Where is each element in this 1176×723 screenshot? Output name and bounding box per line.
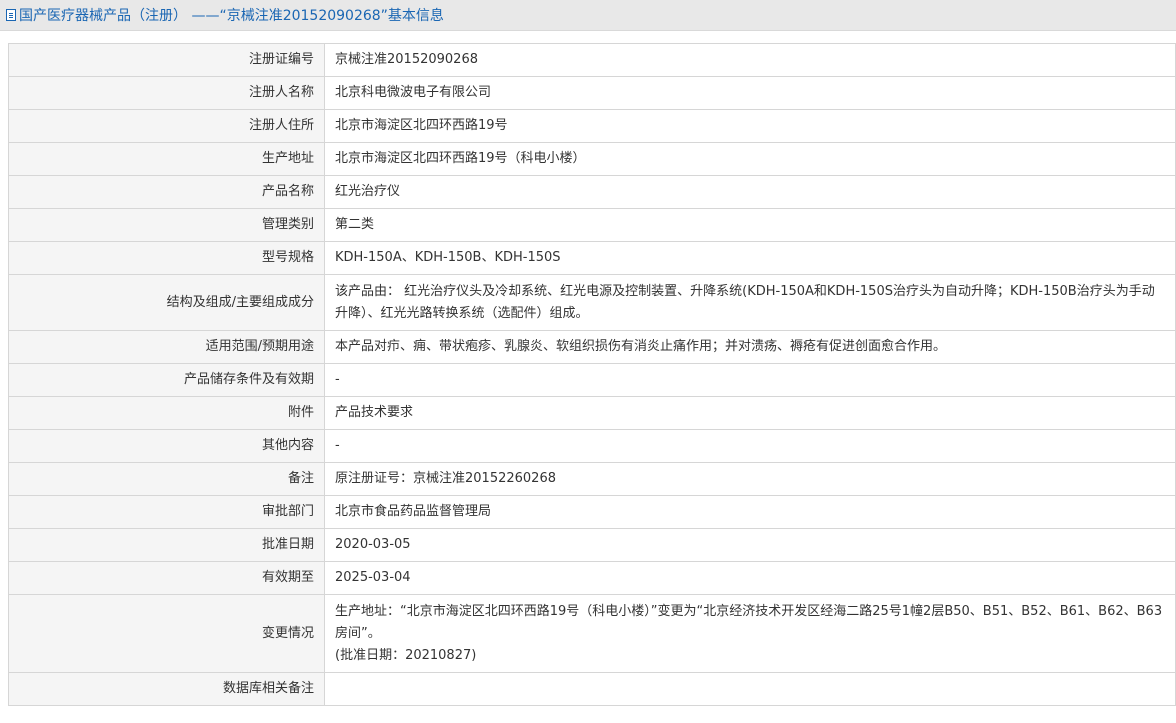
table-row: 注册人名称 北京科电微波电子有限公司 <box>8 76 1176 110</box>
row-value-registration-number: 京械注准20152090268 <box>324 43 1176 77</box>
row-value-product-name: 红光治疗仪 <box>324 175 1176 209</box>
row-value-storage-validity: - <box>324 363 1176 397</box>
row-value-approval-date: 2020-03-05 <box>324 528 1176 562</box>
row-value-registrant-address: 北京市海淀区北四环西路19号 <box>324 109 1176 143</box>
row-label-production-address: 生产地址 <box>8 142 325 176</box>
table-row: 适用范围/预期用途 本产品对疖、痈、带状疱疹、乳腺炎、软组织损伤有消炎止痛作用；… <box>8 330 1176 364</box>
table-row: 管理类别 第二类 <box>8 208 1176 242</box>
row-label-registration-number: 注册证编号 <box>8 43 325 77</box>
table-row: 其他内容 - <box>8 429 1176 463</box>
row-label-storage-validity: 产品储存条件及有效期 <box>8 363 325 397</box>
page-title: 国产医疗器械产品（注册） ——“京械注准20152090268”基本信息 <box>19 8 444 24</box>
row-label-intended-use: 适用范围/预期用途 <box>8 330 325 364</box>
row-label-structure-composition: 结构及组成/主要组成成分 <box>8 274 325 331</box>
row-value-production-address: 北京市海淀区北四环西路19号（科电小楼） <box>324 142 1176 176</box>
info-table: 注册证编号 京械注准20152090268 注册人名称 北京科电微波电子有限公司… <box>8 43 1176 706</box>
row-label-product-name: 产品名称 <box>8 175 325 209</box>
row-label-database-notes: 数据库相关备注 <box>8 672 325 706</box>
row-value-other-content: - <box>324 429 1176 463</box>
row-value-remarks: 原注册证号：京械注准20152260268 <box>324 462 1176 496</box>
table-row: 型号规格 KDH-150A、KDH-150B、KDH-150S <box>8 241 1176 275</box>
row-value-management-category: 第二类 <box>324 208 1176 242</box>
row-label-attachment: 附件 <box>8 396 325 430</box>
table-row: 结构及组成/主要组成成分 该产品由： 红光治疗仪头及冷却系统、红光电源及控制装置… <box>8 274 1176 331</box>
table-row: 附件 产品技术要求 <box>8 396 1176 430</box>
row-label-other-content: 其他内容 <box>8 429 325 463</box>
table-row: 数据库相关备注 <box>8 672 1176 706</box>
table-row: 批准日期 2020-03-05 <box>8 528 1176 562</box>
row-value-valid-until: 2025-03-04 <box>324 561 1176 595</box>
row-value-model-spec: KDH-150A、KDH-150B、KDH-150S <box>324 241 1176 275</box>
change-history-approval-date: (批准日期：20210827) <box>335 647 477 663</box>
row-value-attachment: 产品技术要求 <box>324 396 1176 430</box>
table-row: 产品储存条件及有效期 - <box>8 363 1176 397</box>
row-label-remarks: 备注 <box>8 462 325 496</box>
row-label-change-history: 变更情况 <box>8 594 325 673</box>
table-row: 注册证编号 京械注准20152090268 <box>8 43 1176 77</box>
table-row: 注册人住所 北京市海淀区北四环西路19号 <box>8 109 1176 143</box>
info-table-container: 注册证编号 京械注准20152090268 注册人名称 北京科电微波电子有限公司… <box>8 43 1176 706</box>
row-value-approval-department: 北京市食品药品监督管理局 <box>324 495 1176 529</box>
table-row: 有效期至 2025-03-04 <box>8 561 1176 595</box>
row-value-registrant-name: 北京科电微波电子有限公司 <box>324 76 1176 110</box>
table-row: 生产地址 北京市海淀区北四环西路19号（科电小楼） <box>8 142 1176 176</box>
row-label-management-category: 管理类别 <box>8 208 325 242</box>
row-label-approval-department: 审批部门 <box>8 495 325 529</box>
table-row: 备注 原注册证号：京械注准20152260268 <box>8 462 1176 496</box>
row-value-structure-composition: 该产品由： 红光治疗仪头及冷却系统、红光电源及控制装置、升降系统(KDH-150… <box>324 274 1176 331</box>
row-value-intended-use: 本产品对疖、痈、带状疱疹、乳腺炎、软组织损伤有消炎止痛作用；并对溃疡、褥疮有促进… <box>324 330 1176 364</box>
row-label-registrant-name: 注册人名称 <box>8 76 325 110</box>
row-label-model-spec: 型号规格 <box>8 241 325 275</box>
table-row: 审批部门 北京市食品药品监督管理局 <box>8 495 1176 529</box>
table-row: 产品名称 红光治疗仪 <box>8 175 1176 209</box>
row-label-approval-date: 批准日期 <box>8 528 325 562</box>
row-value-change-history: 生产地址：“北京市海淀区北四环西路19号（科电小楼）”变更为“北京经济技术开发区… <box>324 594 1176 673</box>
document-icon <box>6 9 16 21</box>
row-value-database-notes <box>324 672 1176 706</box>
row-label-registrant-address: 注册人住所 <box>8 109 325 143</box>
row-label-valid-until: 有效期至 <box>8 561 325 595</box>
table-row: 变更情况 生产地址：“北京市海淀区北四环西路19号（科电小楼）”变更为“北京经济… <box>8 594 1176 673</box>
page-header: 国产医疗器械产品（注册） ——“京械注准20152090268”基本信息 <box>0 0 1176 31</box>
change-history-text: 生产地址：“北京市海淀区北四环西路19号（科电小楼）”变更为“北京经济技术开发区… <box>335 603 1163 641</box>
